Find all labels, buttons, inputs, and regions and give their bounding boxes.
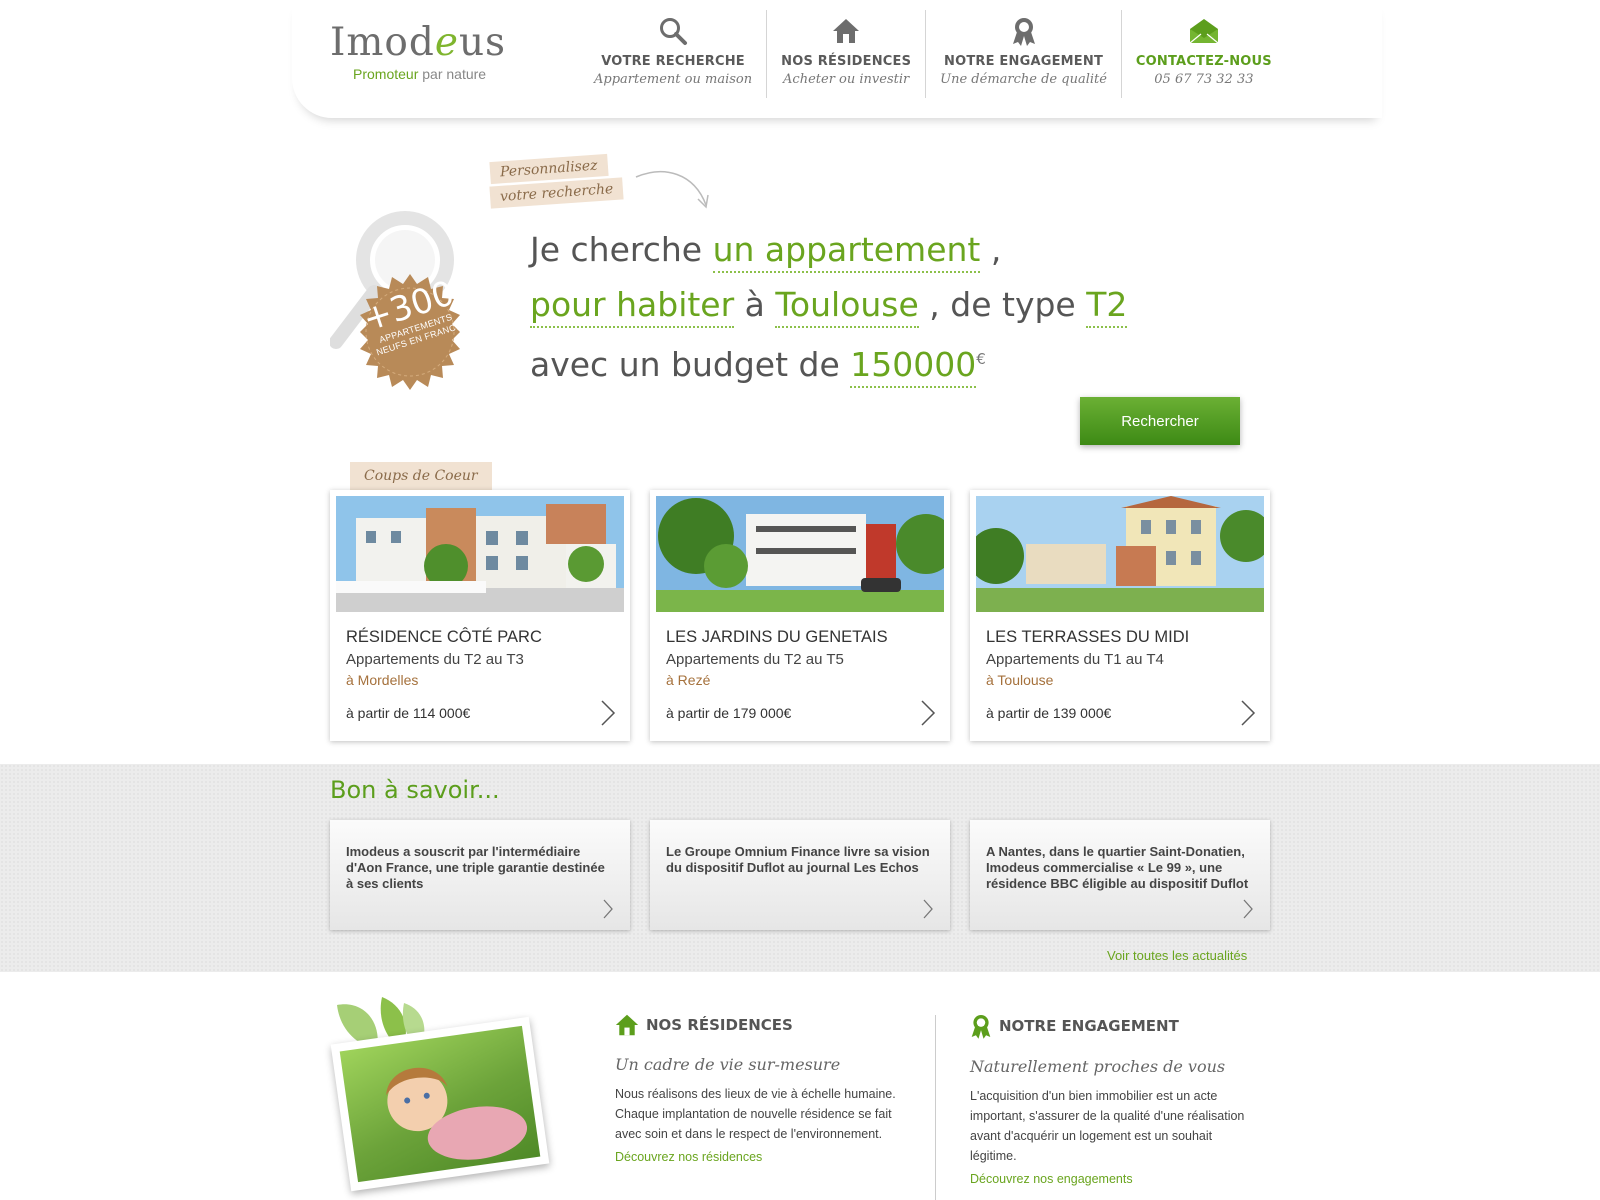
- main-nav: VOTRE RECHERCHE Appartement ou maison NO…: [580, 10, 1286, 100]
- engagement-title: NOTRE ENGAGEMENT: [999, 1017, 1179, 1035]
- rooms-select[interactable]: T2: [1086, 285, 1128, 328]
- news-card[interactable]: Imodeus a souscrit par l'intermédiaire d…: [330, 820, 630, 930]
- residences-subtitle: Un cadre de vie sur-mesure: [615, 1055, 841, 1074]
- residence-title: LES TERRASSES DU MIDI: [986, 628, 1190, 646]
- nav-subtitle: Acheter ou investir: [783, 72, 910, 87]
- family-photo: [330, 1016, 550, 1192]
- logo[interactable]: Imodeus Promoteur par nature: [330, 22, 540, 92]
- residence-city: à Rezé: [666, 672, 711, 688]
- residence-type: Appartements du T2 au T3: [346, 651, 524, 668]
- budget-input[interactable]: 150000: [850, 345, 977, 388]
- residence-photo: [336, 496, 624, 612]
- property-type-select[interactable]: un appartement: [712, 230, 981, 273]
- chevron-right-icon: [1243, 899, 1253, 919]
- divider: [935, 1015, 936, 1200]
- personalize-tag: Personnalisez votre recherche: [489, 153, 624, 209]
- house-icon: [615, 1014, 639, 1036]
- envelope-icon: [1136, 14, 1272, 48]
- chevron-right-icon: [923, 899, 933, 919]
- chevron-right-icon[interactable]: [1240, 699, 1256, 727]
- engagement-text: L'acquisition d'un bien immobilier est u…: [970, 1089, 1245, 1163]
- residence-price: à partir de 179 000€: [666, 705, 792, 721]
- residence-title: LES JARDINS DU GENETAIS: [666, 628, 888, 646]
- nav-subtitle: Une démarche de qualité: [940, 72, 1107, 87]
- search-sentence: Je cherche un appartement , pour habiter…: [530, 222, 1128, 392]
- residences-link[interactable]: Découvrez nos résidences: [615, 1150, 905, 1164]
- purpose-select[interactable]: pour habiter: [530, 285, 735, 328]
- residence-card[interactable]: LES JARDINS DU GENETAIS Appartements du …: [650, 490, 950, 741]
- residence-price: à partir de 139 000€: [986, 705, 1112, 721]
- logo-wordmark: Imodeus: [330, 20, 507, 65]
- residence-card[interactable]: RÉSIDENCE CÔTÉ PARC Appartements du T2 a…: [330, 490, 630, 741]
- child-on-grass-image: [339, 1025, 541, 1183]
- search-icon: [594, 14, 752, 48]
- engagement-link[interactable]: Découvrez nos engagements: [970, 1172, 1260, 1186]
- residence-price: à partir de 114 000€: [346, 705, 471, 721]
- nav-item-residences[interactable]: NOS RÉSIDENCES Acheter ou investir: [766, 10, 925, 98]
- residence-type: Appartements du T1 au T4: [986, 651, 1164, 668]
- logo-tagline: Promoteur par nature: [353, 66, 487, 82]
- residences-header: NOS RÉSIDENCES: [615, 1013, 905, 1037]
- search-button[interactable]: Rechercher: [1080, 397, 1240, 445]
- engagement-block: NOTRE ENGAGEMENT Naturellement proches d…: [970, 1013, 1260, 1186]
- search-line-3: avec un budget de 150000€: [530, 332, 1127, 392]
- residence-city: à Mordelles: [346, 672, 419, 688]
- residence-photo: [656, 496, 944, 612]
- residence-city: à Toulouse: [986, 672, 1054, 688]
- nav-title: CONTACTEZ-NOUS: [1135, 54, 1272, 69]
- news-text: Imodeus a souscrit par l'intermédiaire d…: [346, 844, 605, 891]
- residence-type: Appartements du T2 au T5: [666, 651, 844, 668]
- all-news-link[interactable]: Voir toutes les actualités: [1107, 948, 1247, 963]
- favorites-tab: Coups de Coeur: [350, 462, 492, 490]
- chevron-right-icon[interactable]: [600, 699, 616, 727]
- award-ribbon-icon: [971, 1015, 991, 1039]
- residence-photo: [976, 496, 1264, 612]
- nav-item-contact[interactable]: CONTACTEZ-NOUS 05 67 73 32 33: [1120, 10, 1286, 98]
- news-card[interactable]: Le Groupe Omnium Finance livre sa vision…: [650, 820, 950, 930]
- nav-title: VOTRE RECHERCHE: [601, 54, 745, 69]
- nav-phone: 05 67 73 32 33: [1154, 72, 1254, 87]
- search-line-2: pour habiter à Toulouse , de type T2: [530, 277, 1128, 332]
- residences-block: NOS RÉSIDENCES Un cadre de vie sur-mesur…: [615, 1013, 905, 1164]
- residence-title: RÉSIDENCE CÔTÉ PARC: [346, 628, 542, 646]
- curved-arrow-icon: [635, 170, 709, 209]
- house-icon: [781, 14, 911, 48]
- nav-item-recherche[interactable]: VOTRE RECHERCHE Appartement ou maison: [580, 10, 766, 98]
- nav-item-engagement[interactable]: NOTRE ENGAGEMENT Une démarche de qualité: [925, 10, 1121, 98]
- chevron-right-icon: [603, 899, 613, 919]
- news-text: Le Groupe Omnium Finance livre sa vision…: [666, 844, 930, 875]
- news-card[interactable]: A Nantes, dans le quartier Saint-Donatie…: [970, 820, 1270, 930]
- residences-title: NOS RÉSIDENCES: [646, 1016, 793, 1034]
- favorites-cards: RÉSIDENCE CÔTÉ PARC Appartements du T2 a…: [330, 490, 1270, 741]
- nav-title: NOTRE ENGAGEMENT: [944, 54, 1104, 69]
- residences-text: Nous réalisons des lieux de vie à échell…: [615, 1087, 896, 1141]
- news-text: A Nantes, dans le quartier Saint-Donatie…: [986, 844, 1249, 891]
- city-select[interactable]: Toulouse: [775, 285, 919, 328]
- residence-card[interactable]: LES TERRASSES DU MIDI Appartements du T1…: [970, 490, 1270, 741]
- engagement-header: NOTRE ENGAGEMENT: [970, 1013, 1260, 1039]
- news-cards: Imodeus a souscrit par l'intermédiaire d…: [330, 820, 1270, 930]
- nav-title: NOS RÉSIDENCES: [781, 54, 912, 69]
- engagement-subtitle: Naturellement proches de vous: [970, 1057, 1226, 1076]
- award-ribbon-icon: [940, 14, 1107, 48]
- news-section-title: Bon à savoir...: [330, 776, 500, 804]
- nav-subtitle: Appartement ou maison: [594, 72, 753, 87]
- chevron-right-icon[interactable]: [920, 699, 936, 727]
- search-line-1: Je cherche un appartement ,: [530, 222, 1127, 277]
- currency-symbol: €: [976, 350, 986, 368]
